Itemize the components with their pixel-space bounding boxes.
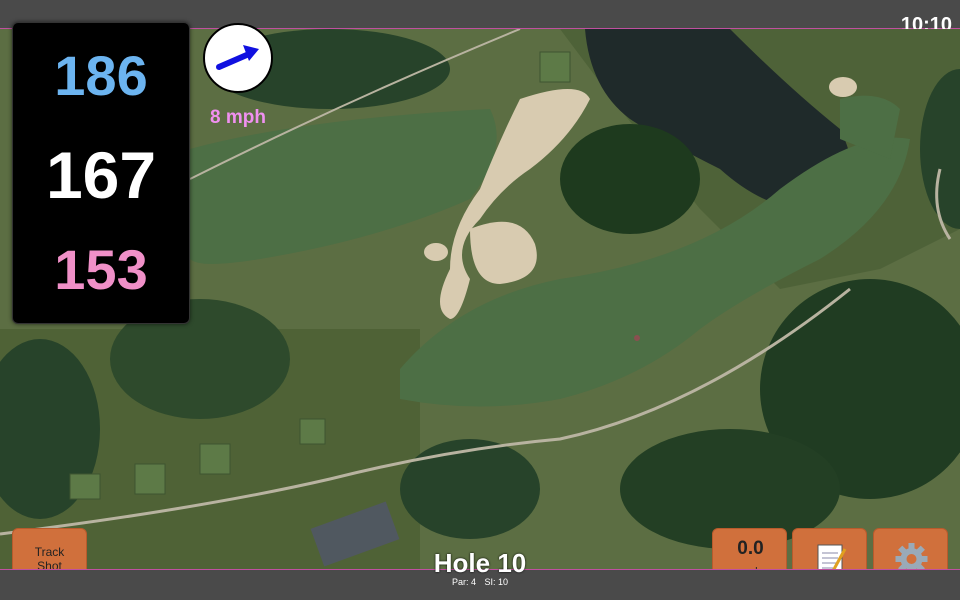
speed-value: 0.0 bbox=[737, 538, 764, 559]
back-distance: 186 bbox=[54, 44, 148, 107]
hole-title: Hole 10 bbox=[433, 548, 527, 578]
hole-par: Par: 4 bbox=[451, 577, 476, 587]
center-distance: 167 bbox=[45, 138, 157, 212]
wind-speed-label: 8 mph bbox=[210, 107, 266, 128]
hole-stroke-index: SI: 10 bbox=[484, 577, 509, 587]
wind-indicator bbox=[203, 23, 273, 93]
hole-info: Par: 4 SI: 10 bbox=[380, 577, 580, 587]
front-distance: 153 bbox=[54, 238, 148, 301]
distance-panel: 186 167 153 bbox=[12, 22, 190, 324]
wind-arrow-icon bbox=[216, 45, 259, 70]
